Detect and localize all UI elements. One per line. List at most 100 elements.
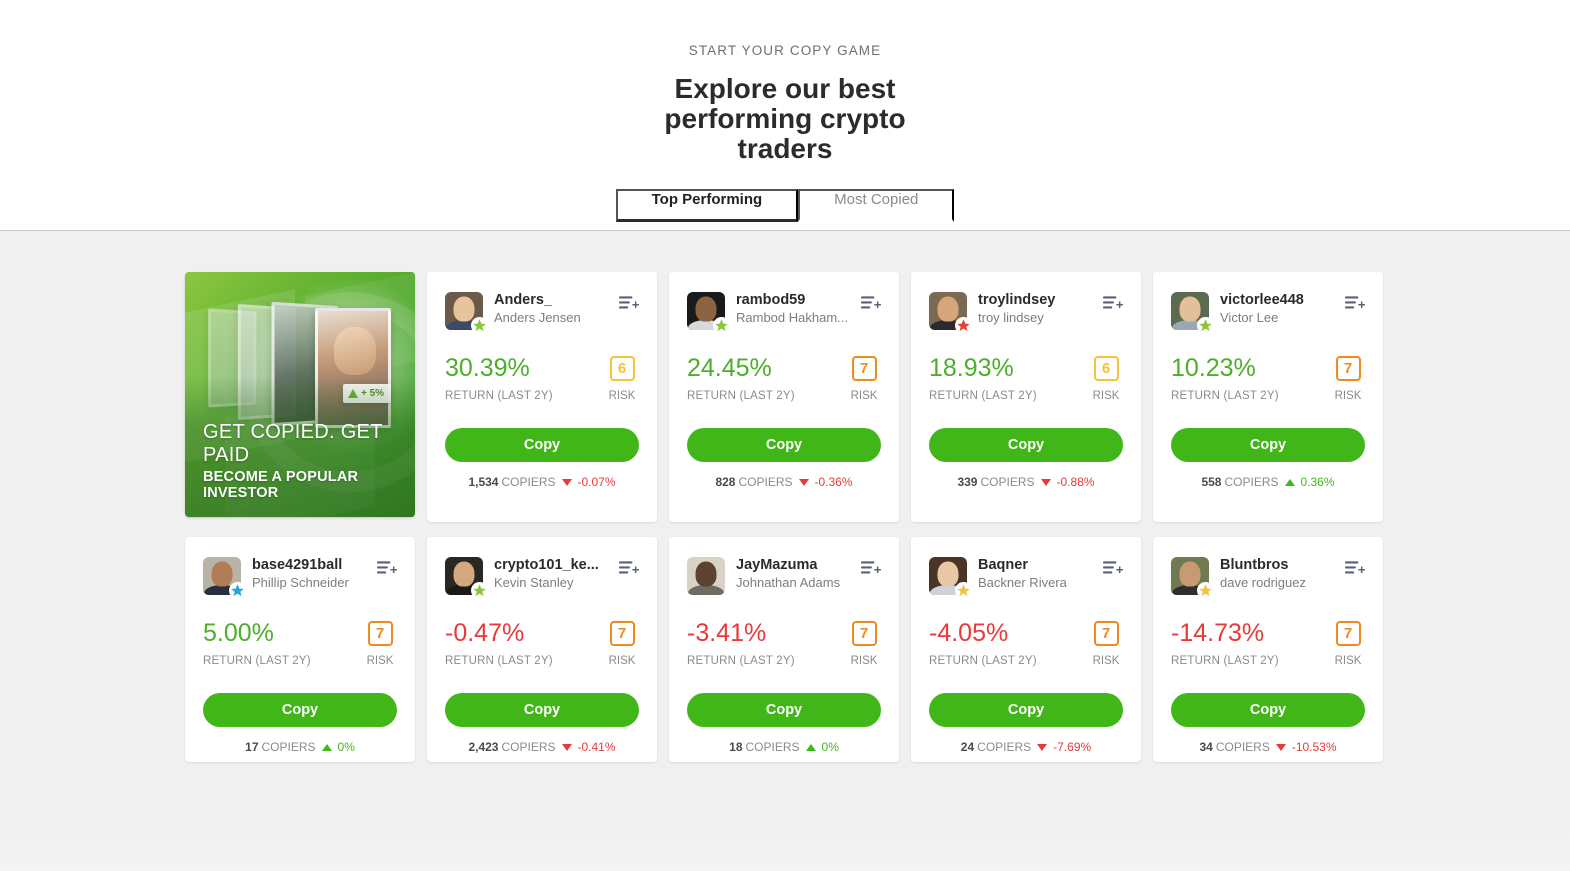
return-value: 10.23% <box>1171 354 1256 382</box>
page-header: START YOUR COPY GAME Explore our best pe… <box>0 0 1570 231</box>
trader-card[interactable]: troylindsey troy lindsey 18.93% RETURN (… <box>911 272 1141 522</box>
trader-card[interactable]: base4291ball Phillip Schneider 5.00% RET… <box>185 537 415 762</box>
trader-username: victorlee448 <box>1220 292 1304 308</box>
trader-username: rambod59 <box>736 292 806 308</box>
copy-button[interactable]: Copy <box>1171 693 1365 727</box>
add-to-list-icon[interactable] <box>1103 292 1123 311</box>
add-to-list-icon[interactable] <box>1345 292 1365 311</box>
trader-fullname: Kevin Stanley <box>494 575 574 590</box>
copiers-count: 34 <box>1199 740 1213 754</box>
return-value: -3.41% <box>687 619 767 647</box>
card-stats: 30.39% RETURN (LAST 2Y) 6 RISK <box>445 356 639 403</box>
trend-down-icon <box>561 743 572 751</box>
trader-names: rambod59 Rambod Hakham... <box>736 292 855 325</box>
copiers-label: COPIERS <box>261 740 316 754</box>
copy-button[interactable]: Copy <box>445 428 639 462</box>
return-label: RETURN (LAST 2Y) <box>687 390 795 402</box>
risk-label: RISK <box>608 390 636 402</box>
copy-button[interactable]: Copy <box>203 693 397 727</box>
copiers-change: -0.41% <box>577 740 616 754</box>
return-block: 10.23% RETURN (LAST 2Y) <box>1171 354 1331 403</box>
trader-names: Baqner Backner Rivera <box>978 557 1097 590</box>
tab-most-copied[interactable]: Most Copied <box>798 189 955 222</box>
risk-label: RISK <box>1092 655 1120 667</box>
copiers-label: COPIERS <box>980 475 1035 489</box>
return-label: RETURN (LAST 2Y) <box>1171 390 1279 402</box>
trend-up-icon <box>321 743 332 751</box>
add-to-list-icon[interactable] <box>1103 557 1123 576</box>
risk-badge: 7 <box>851 621 877 646</box>
copiers-row: 17 COPIERS 0% <box>203 740 397 754</box>
trend-up-icon <box>805 743 816 751</box>
card-header: Baqner Backner Rivera <box>929 557 1123 599</box>
trader-username: Bluntbros <box>1220 557 1289 573</box>
risk-label: RISK <box>1334 655 1362 667</box>
copy-traders-page: START YOUR COPY GAME Explore our best pe… <box>0 0 1570 871</box>
risk-label: RISK <box>850 390 878 402</box>
promo-tile-get-copied[interactable]: + 5% GET COPIED. GET PAID BECOME A POPUL… <box>185 272 415 517</box>
trader-fullname: Victor Lee <box>1220 310 1279 325</box>
trader-card[interactable]: victorlee448 Victor Lee 10.23% RETURN (L… <box>1153 272 1383 522</box>
trader-names: Anders_ Anders Jensen <box>494 292 613 325</box>
trader-card[interactable]: Bluntbros dave rodriguez -14.73% RETURN … <box>1153 537 1383 762</box>
risk-block: 7 RISK <box>1089 621 1123 667</box>
add-to-list-icon[interactable] <box>861 292 881 311</box>
trader-card[interactable]: crypto101_ke... Kevin Stanley -0.47% RET… <box>427 537 657 762</box>
trader-fullname: Backner Rivera <box>978 575 1067 590</box>
copiers-change: -0.88% <box>1056 475 1095 489</box>
copiers-label: COPIERS <box>1215 740 1270 754</box>
traders-grid: + 5% GET COPIED. GET PAID BECOME A POPUL… <box>185 272 1385 762</box>
promo-subheadline: BECOME A POPULAR INVESTOR <box>203 469 359 501</box>
tab-top-performing[interactable]: Top Performing <box>615 189 799 222</box>
trader-fullname: Johnathan Adams <box>736 575 841 590</box>
risk-block: 7 RISK <box>1331 621 1365 667</box>
star-badge-icon <box>955 317 972 334</box>
copy-button[interactable]: Copy <box>929 693 1123 727</box>
trader-card[interactable]: Baqner Backner Rivera -4.05% RETURN (LAS… <box>911 537 1141 762</box>
trend-down-icon <box>1275 743 1286 751</box>
return-value: 5.00% <box>203 619 274 647</box>
copy-button[interactable]: Copy <box>929 428 1123 462</box>
risk-label: RISK <box>850 655 878 667</box>
risk-badge: 7 <box>1093 621 1119 646</box>
trader-card[interactable]: rambod59 Rambod Hakham... 24.45% RETURN … <box>669 272 899 522</box>
risk-block: 7 RISK <box>605 621 639 667</box>
eyebrow-text: START YOUR COPY GAME <box>688 43 882 58</box>
trader-names: JayMazuma Johnathan Adams <box>736 557 855 590</box>
return-value: 18.93% <box>929 354 1014 382</box>
add-to-list-icon[interactable] <box>861 557 881 576</box>
copiers-change: 0% <box>821 740 839 754</box>
traders-section: + 5% GET COPIED. GET PAID BECOME A POPUL… <box>0 231 1570 871</box>
trader-card[interactable]: JayMazuma Johnathan Adams -3.41% RETURN … <box>669 537 899 762</box>
add-to-list-icon[interactable] <box>1345 557 1365 576</box>
copiers-count: 18 <box>729 740 743 754</box>
trader-fullname: dave rodriguez <box>1220 575 1306 590</box>
copy-button[interactable]: Copy <box>687 428 881 462</box>
trader-username: base4291ball <box>252 557 343 573</box>
avatar-face <box>695 561 717 587</box>
copiers-count: 17 <box>245 740 259 754</box>
star-badge-icon <box>471 317 488 334</box>
card-stats: 10.23% RETURN (LAST 2Y) 7 RISK <box>1171 354 1365 403</box>
card-stats: -3.41% RETURN (LAST 2Y) 7 RISK <box>687 619 881 668</box>
trader-names: troylindsey troy lindsey <box>978 292 1097 325</box>
trader-card[interactable]: Anders_ Anders Jensen 30.39% RETURN (LAS… <box>427 272 657 522</box>
card-header: base4291ball Phillip Schneider <box>203 557 397 599</box>
risk-block: 7 RISK <box>1331 356 1365 402</box>
risk-badge: 6 <box>609 356 635 381</box>
card-header: rambod59 Rambod Hakham... <box>687 292 881 334</box>
copiers-row: 558 COPIERS 0.36% <box>1171 475 1365 489</box>
add-to-list-icon[interactable] <box>377 557 397 576</box>
copy-button[interactable]: Copy <box>687 693 881 727</box>
copy-button[interactable]: Copy <box>1171 428 1365 462</box>
add-to-list-icon[interactable] <box>619 292 639 311</box>
add-to-list-icon[interactable] <box>619 557 639 576</box>
return-value: -14.73% <box>1171 619 1265 647</box>
tab-bar: Top Performing Most Copied <box>615 189 955 222</box>
copy-button[interactable]: Copy <box>445 693 639 727</box>
risk-badge: 7 <box>367 621 393 646</box>
star-badge-icon <box>713 317 730 334</box>
trend-down-icon <box>561 478 572 486</box>
copiers-change: -7.69% <box>1053 740 1092 754</box>
return-block: 18.93% RETURN (LAST 2Y) <box>929 354 1089 403</box>
